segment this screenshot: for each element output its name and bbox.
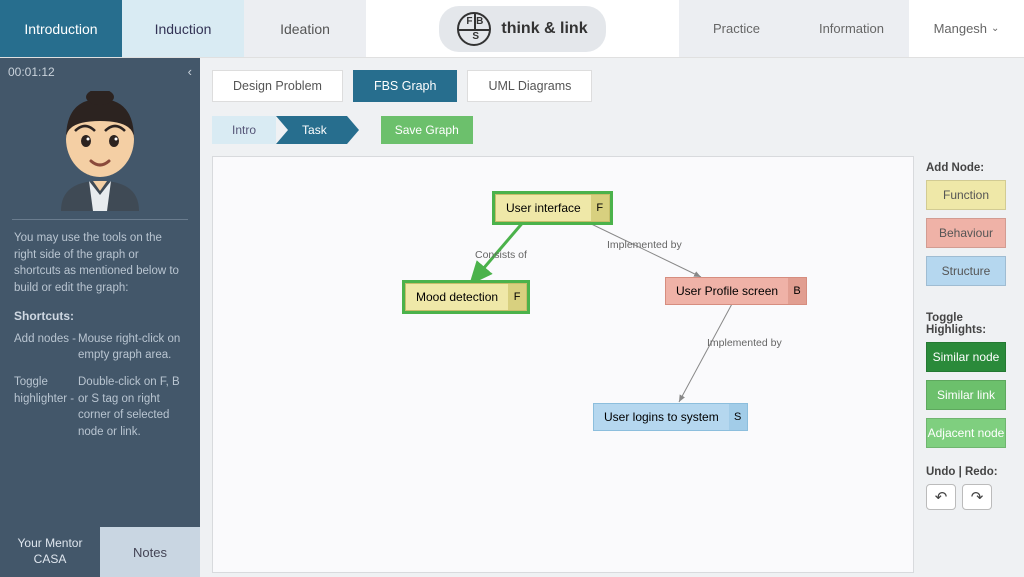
edge-label-consists-of[interactable]: Consists of — [475, 249, 527, 261]
nav-ideation[interactable]: Ideation — [244, 0, 366, 57]
subtab-design-problem[interactable]: Design Problem — [212, 70, 343, 102]
undo-redo-heading: Undo | Redo: — [926, 466, 1012, 478]
shortcuts-heading: Shortcuts: — [0, 309, 200, 331]
edge-label-implemented-by-1[interactable]: Implemented by — [607, 239, 682, 251]
breadcrumb-task[interactable]: Task — [276, 116, 347, 144]
brand-logo: FBS — [457, 12, 491, 46]
node-user-logins[interactable]: User logins to system S — [593, 403, 748, 431]
nav-right: Practice Information Mangesh ⌄ — [679, 0, 1024, 57]
sidebar-notes-tab[interactable]: Notes — [100, 527, 200, 577]
node-label: Mood detection — [406, 284, 508, 310]
node-tag-f[interactable]: F — [591, 195, 609, 221]
node-user-interface[interactable]: User interface F — [495, 194, 610, 222]
node-tag-s[interactable]: S — [729, 404, 747, 430]
brand-text: think & link — [501, 20, 587, 38]
top-nav: Introduction Induction Ideation FBS thin… — [0, 0, 1024, 58]
subtab-uml-diagrams[interactable]: UML Diagrams — [467, 70, 592, 102]
chevron-down-icon: ⌄ — [991, 23, 999, 34]
save-graph-button[interactable]: Save Graph — [381, 116, 473, 144]
undo-button[interactable]: ↶ — [926, 484, 956, 510]
graph-canvas[interactable]: User interface F Mood detection F User P… — [212, 156, 914, 573]
shortcut-toggle-val: Double-click on F, B or S tag on right c… — [78, 374, 186, 441]
node-tag-f[interactable]: F — [508, 284, 526, 310]
subtab-fbs-graph[interactable]: FBS Graph — [353, 70, 458, 102]
content-subtabs: Design Problem FBS Graph UML Diagrams — [212, 70, 1012, 102]
redo-icon: ↷ — [971, 488, 984, 506]
shortcut-toggle-key: Toggle highlighter - — [14, 374, 78, 441]
toggle-highlights-heading: Toggle Highlights: — [926, 312, 1012, 336]
brand-area: FBS think & link — [366, 0, 679, 57]
shortcut-add-nodes-key: Add nodes - — [14, 331, 78, 364]
brand-pill: FBS think & link — [439, 6, 605, 52]
nav-induction[interactable]: Induction — [122, 0, 244, 57]
sidebar-intro-text: You may use the tools on the right side … — [0, 230, 200, 309]
nav-introduction[interactable]: Introduction — [0, 0, 122, 57]
breadcrumb-intro[interactable]: Intro — [212, 116, 276, 144]
tools-panel: Add Node: Function Behaviour Structure T… — [924, 156, 1012, 573]
node-label: User Profile screen — [666, 278, 788, 304]
node-mood-detection[interactable]: Mood detection F — [405, 283, 527, 311]
node-user-profile-screen[interactable]: User Profile screen B — [665, 277, 807, 305]
sidebar-mentor-tab[interactable]: Your MentorCASA — [0, 527, 100, 577]
mentor-avatar — [51, 91, 149, 211]
add-node-heading: Add Node: — [926, 162, 1012, 174]
node-label: User interface — [496, 195, 591, 221]
toggle-adjacent-node-button[interactable]: Adjacent node — [926, 418, 1006, 448]
breadcrumb: Intro Task — [212, 116, 347, 144]
add-structure-button[interactable]: Structure — [926, 256, 1006, 286]
toggle-similar-node-button[interactable]: Similar node — [926, 342, 1006, 372]
node-tag-b[interactable]: B — [788, 278, 806, 304]
edge-label-implemented-by-2[interactable]: Implemented by — [707, 337, 782, 349]
shortcut-add-nodes-val: Mouse right-click on empty graph area. — [78, 331, 186, 364]
redo-button[interactable]: ↷ — [962, 484, 992, 510]
nav-practice[interactable]: Practice — [679, 0, 794, 57]
toggle-similar-link-button[interactable]: Similar link — [926, 380, 1006, 410]
content-area: Design Problem FBS Graph UML Diagrams In… — [200, 58, 1024, 577]
collapse-sidebar-icon[interactable]: ‹ — [188, 64, 192, 79]
sidebar: 00:01:12 ‹ You may use the tools on the — [0, 58, 200, 577]
add-behaviour-button[interactable]: Behaviour — [926, 218, 1006, 248]
session-timer: 00:01:12 — [8, 65, 55, 79]
add-function-button[interactable]: Function — [926, 180, 1006, 210]
nav-user-label: Mangesh — [934, 21, 987, 36]
nav-user-menu[interactable]: Mangesh ⌄ — [909, 0, 1024, 57]
node-label: User logins to system — [594, 404, 729, 430]
nav-information[interactable]: Information — [794, 0, 909, 57]
undo-icon: ↶ — [935, 488, 948, 506]
